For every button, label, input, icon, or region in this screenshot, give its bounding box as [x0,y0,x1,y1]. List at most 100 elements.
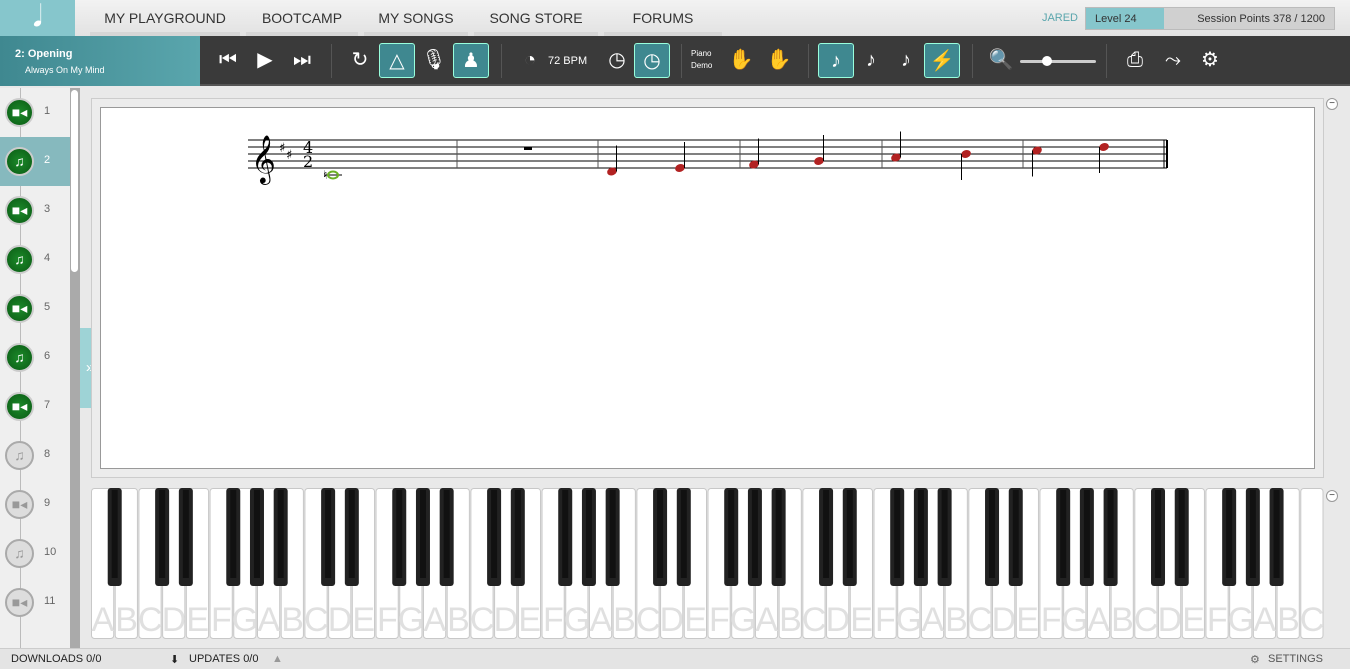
key-label: D [1158,601,1183,639]
count-in-clock-icon[interactable]: ◷ [634,43,670,78]
black-key-shade [1083,490,1090,578]
music-note-icon[interactable]: 𝅘𝅥 [0,0,75,36]
tempo-gauge-icon[interactable]: ◔ [512,43,548,78]
zoom-slider[interactable] [1020,56,1096,66]
settings-gear-icon[interactable]: ⚙ [1250,653,1260,666]
finger-numbers-icon[interactable]: ♪ [818,43,854,78]
music-note-icon: ♫ [5,245,34,274]
key-label: A [257,601,280,639]
key-label: B [945,601,968,639]
lesson-item-8[interactable]: ♫ 8 [0,431,70,480]
lesson-item-1[interactable]: ■◂ 1 [0,88,70,137]
lesson-item-11[interactable]: ■◂ 11 [0,578,70,627]
mode-label-piano: Piano [691,49,712,58]
key-label: G [896,601,922,639]
key-label: D [328,601,353,639]
sheet-music[interactable]: 𝄞 ♯ ♯ 4 2 ♮ [100,107,1315,469]
piano-keyboard: ABCDEFGABCDEFGABCDEFGABCDEFGABCDEFGABCDE… [91,488,1324,640]
black-key-shade [1226,490,1233,578]
downloads-status[interactable]: DOWNLOADS 0/0 [11,653,101,665]
key-label: G [564,601,590,639]
left-hand-icon[interactable]: ✋ [723,43,759,78]
lesson-item-9[interactable]: ■◂ 9 [0,480,70,529]
key-label: A [1087,601,1110,639]
key-label: A [423,601,446,639]
black-key-shade [894,490,901,578]
note-icon[interactable]: ♪ [888,43,924,78]
previous-icon[interactable]: ⏮ [210,43,246,78]
band-icon[interactable]: ♟ [453,43,489,78]
lesson-item-10[interactable]: ♫ 10 [0,529,70,578]
key-label: G [730,601,756,639]
zoom-icon[interactable]: 🔍 [983,43,1019,78]
key-label: G [232,601,258,639]
collapse-sheet-button[interactable]: − [1326,98,1338,110]
lesson-number: 10 [44,546,57,558]
nav-forums[interactable]: FORUMS [604,0,722,36]
print-icon[interactable]: ⎙ [1117,43,1153,78]
user-name[interactable]: JARED [1042,12,1078,24]
black-key-shade [775,490,782,578]
metronome-icon[interactable]: △ [379,43,415,78]
lesson-item-6[interactable]: ♫ 6 [0,333,70,382]
key-label: C [1134,601,1159,639]
nav-bootcamp[interactable]: BOOTCAMP [246,0,358,36]
key-label: F [709,601,730,639]
right-hand-icon[interactable]: ✋ [761,43,797,78]
chart-icon[interactable]: ⤳ [1155,43,1191,78]
key-label: D [992,601,1017,639]
key-label: B [115,601,138,639]
note-names-icon[interactable]: ♪ [853,43,889,78]
song-header[interactable]: 2: Opening Always On My Mind [0,36,200,86]
collapse-keyboard-button[interactable]: − [1326,490,1338,502]
key-label: C [470,601,495,639]
lesson-number: 5 [44,301,51,313]
black-key-shade [1107,490,1114,578]
time-signature-bottom: 2 [303,152,313,171]
nav-my-songs[interactable]: MY SONGS [364,0,468,36]
black-key-shade [1249,490,1256,578]
settings-button[interactable]: SETTINGS [1268,653,1323,665]
black-key-shade [1012,490,1019,578]
tempo-value[interactable]: 72 BPM [548,55,587,67]
key-label: G [398,601,424,639]
microphone-icon[interactable]: 🎙 [416,43,452,78]
lesson-number: 3 [44,203,51,215]
key-label: G [1062,601,1088,639]
song-subtitle: Always On My Mind [25,65,105,75]
updates-status[interactable]: UPDATES 0/0 [189,653,259,665]
nav-my-playground[interactable]: MY PLAYGROUND [90,0,240,36]
music-note-icon: ♫ [5,147,34,176]
key-label: B [281,601,304,639]
clock-icon[interactable]: ◷ [599,43,635,78]
level-label: Level 24 [1095,13,1137,25]
loop-icon[interactable]: ↻ [342,43,378,78]
lesson-number: 8 [44,448,51,460]
gear-icon[interactable]: ⚙ [1192,43,1228,78]
key-label: A [1253,601,1276,639]
black-key-shade [1060,490,1067,578]
key-label: B [1111,601,1134,639]
sidebar-scrollbar[interactable] [70,88,80,648]
lesson-item-3[interactable]: ■◂ 3 [0,186,70,235]
black-key-shade [253,490,260,578]
lesson-item-2[interactable]: ♫ 2 [0,137,70,186]
next-icon[interactable]: ⏭ [284,43,320,78]
play-icon[interactable]: ▶ [247,43,283,78]
session-points: Session Points 378 / 1200 [1197,13,1325,25]
status-bar: DOWNLOADS 0/0 ⬇ UPDATES 0/0 ▲ ⚙ SETTINGS [0,648,1350,669]
lightning-icon[interactable]: ⚡ [924,43,960,78]
nav-song-store[interactable]: SONG STORE [474,0,598,36]
black-key-shade [159,490,166,578]
lesson-item-5[interactable]: ■◂ 5 [0,284,70,333]
natural-sign: ♮ [323,168,327,182]
black-key-shade [680,490,687,578]
lesson-item-4[interactable]: ♫ 4 [0,235,70,284]
black-key-shade [1155,490,1162,578]
expand-up-icon[interactable]: ▲ [272,653,283,665]
key-label: C [968,601,993,639]
whole-rest [524,147,532,150]
lesson-sidebar: ■◂ 1 ♫ 2 ■◂ 3 ♫ 4 ■◂ 5 ♫ 6 ■◂ 7 ♫ 8 ■◂ 9 ♫ 10 ■◂ 11 [0,88,70,648]
black-key-shade [917,490,924,578]
lesson-item-7[interactable]: ■◂ 7 [0,382,70,431]
